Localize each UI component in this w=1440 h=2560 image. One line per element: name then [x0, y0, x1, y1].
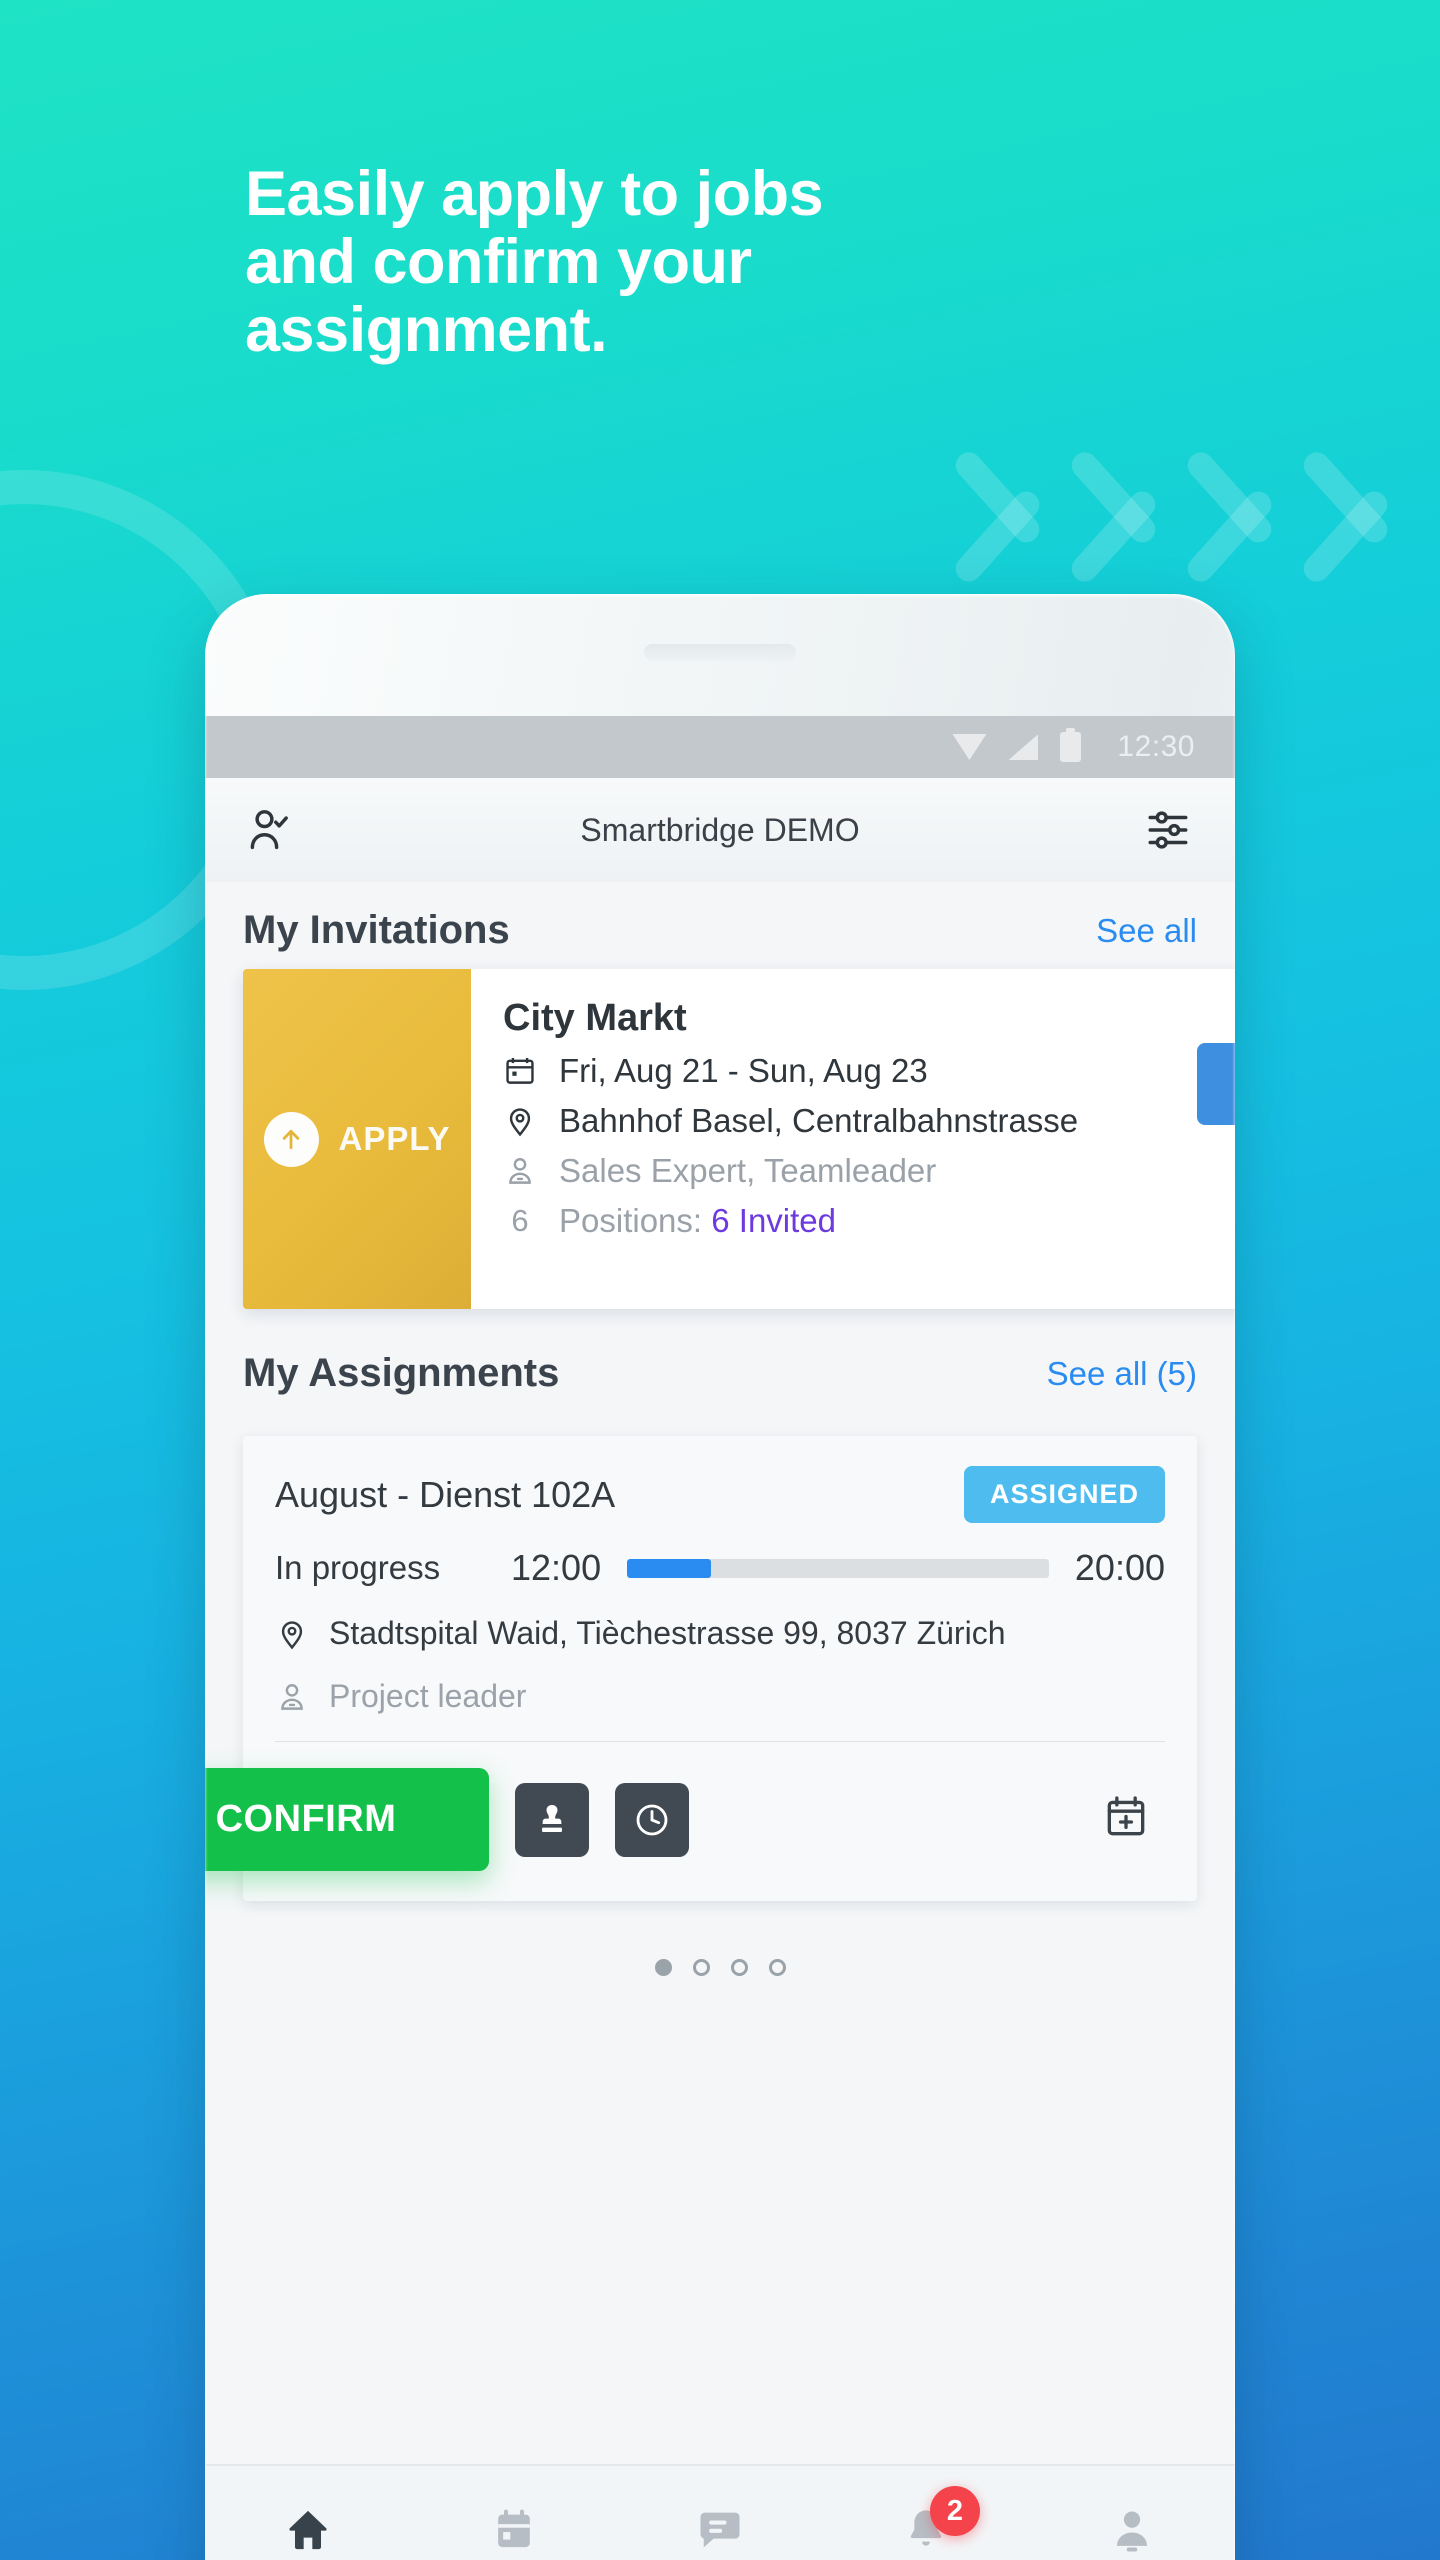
apply-button[interactable]: APPLY	[243, 969, 471, 1309]
nav-notifications[interactable]: 2	[823, 2466, 1029, 2560]
invitations-section-header: My Invitations See all	[205, 882, 1235, 969]
phone-mockup: 12:30 Smartbridge DEMO My Invitations Se…	[205, 594, 1235, 2560]
invitation-date: Fri, Aug 21 - Sun, Aug 23	[559, 1052, 928, 1089]
assignment-progress-bar	[627, 1558, 1049, 1578]
nav-calendar[interactable]	[411, 2466, 617, 2560]
hero-headline: Easily apply to jobs and confirm your as…	[245, 160, 1145, 364]
pager-dot-3[interactable]	[730, 1959, 748, 1976]
assignment-card[interactable]: August - Dienst 102A ASSIGNED In progres…	[205, 1436, 1197, 1901]
wifi-icon	[952, 734, 987, 760]
assignment-header: August - Dienst 102A ASSIGNED	[275, 1466, 1165, 1523]
home-icon	[289, 2510, 327, 2550]
invitation-positions-count: 6	[511, 1203, 529, 1238]
invitation-roles-row: Sales Expert, Teamleader	[503, 1152, 1235, 1190]
assignment-start-time: 12:00	[511, 1547, 602, 1588]
hero-line-2: and confirm your	[245, 227, 752, 298]
chat-icon	[700, 2512, 740, 2548]
notifications-badge: 2	[930, 2486, 980, 2536]
calendar-plus-icon[interactable]	[1101, 1792, 1165, 1847]
invitations-title: My Invitations	[243, 908, 510, 952]
invitation-positions: Positions: 6 Invited	[559, 1202, 836, 1240]
map-pin-icon	[509, 1108, 531, 1137]
person-check-icon[interactable]	[241, 800, 301, 860]
status-badge: ASSIGNED	[963, 1466, 1165, 1523]
app-bar: Smartbridge DEMO	[205, 778, 1235, 882]
assignment-status: In progress	[275, 1549, 441, 1586]
profile-icon	[1117, 2511, 1147, 2552]
apply-label: APPLY	[338, 1120, 451, 1157]
phone-screen: 12:30 Smartbridge DEMO My Invitations Se…	[205, 716, 1235, 2560]
invitations-carousel[interactable]: APPLY City Markt Fri, Aug 21 - Sun, Aug …	[205, 969, 1235, 1309]
signal-icon	[1008, 734, 1039, 760]
assignment-title: August - Dienst 102A	[275, 1473, 616, 1515]
status-bar-clock: 12:30	[1117, 730, 1195, 763]
assignments-title: My Assignments	[243, 1351, 560, 1395]
invitation-card-body: City Markt Fri, Aug 21 - Sun, Aug 23 Bah…	[471, 969, 1235, 1309]
chevron-right-icon	[1348, 425, 1436, 601]
assignment-progress-fill	[627, 1558, 712, 1578]
invitation-positions-row: 6 Positions: 6 Invited	[503, 1202, 1235, 1240]
invitation-date-row: Fri, Aug 21 - Sun, Aug 23	[503, 1052, 1235, 1090]
person-icon	[509, 1158, 531, 1184]
invitation-positions-label: Positions:	[559, 1202, 703, 1239]
promo-screenshot: Easily apply to jobs and confirm your as…	[0, 0, 1440, 2560]
invitation-location: Bahnhof Basel, Centralbahnstrasse	[559, 1102, 1079, 1139]
map-pin-icon	[281, 1620, 303, 1649]
pager-dot-4[interactable]	[768, 1959, 786, 1976]
invitation-location-row: Bahnhof Basel, Centralbahnstrasse	[503, 1102, 1235, 1140]
assignment-location: Stadtspital Waid, Tièchestrasse 99, 8037…	[329, 1615, 1006, 1651]
pager-dot-2[interactable]	[692, 1959, 710, 1976]
nav-profile[interactable]	[1029, 2466, 1235, 2560]
assignment-role-row: Project leader	[275, 1678, 1165, 1715]
invitations-see-all-link[interactable]: See all	[1096, 912, 1197, 950]
invitation-roles: Sales Expert, Teamleader	[559, 1152, 937, 1189]
filter-sliders-icon[interactable]	[1139, 800, 1199, 860]
confirm-button[interactable]: CONFIRM	[205, 1768, 489, 1871]
clock-icon[interactable]	[615, 1782, 689, 1857]
assignment-location-row: Stadtspital Waid, Tièchestrasse 99, 8037…	[275, 1615, 1165, 1652]
hero-line-1: Easily apply to jobs	[245, 159, 824, 229]
hero-line-3: assignment.	[245, 295, 608, 366]
invitation-card[interactable]: APPLY City Markt Fri, Aug 21 - Sun, Aug …	[243, 969, 1235, 1309]
assignment-progress-row: In progress 12:00 20:00	[275, 1547, 1165, 1589]
invitation-title: City Markt	[503, 997, 687, 1039]
nav-chat[interactable]	[617, 2466, 823, 2560]
assignments-section-header: My Assignments See all (5)	[205, 1309, 1235, 1412]
status-bar: 12:30	[205, 716, 1235, 778]
calendar-icon	[498, 2509, 530, 2548]
assignment-actions: CONFIRM	[205, 1768, 1165, 1881]
nav-home[interactable]	[205, 2466, 411, 2560]
person-icon	[281, 1683, 303, 1710]
arrow-up-circle-icon	[263, 1111, 319, 1167]
invitation-positions-status: 6 Invited	[711, 1202, 836, 1239]
assignment-end-time: 20:00	[1074, 1547, 1165, 1588]
battery-icon	[1060, 728, 1082, 762]
assignment-role: Project leader	[329, 1678, 527, 1714]
next-invitation-card-peek[interactable]	[1197, 1043, 1235, 1125]
app-title: Smartbridge DEMO	[580, 811, 860, 848]
assignments-see-all-link[interactable]: See all (5)	[1047, 1355, 1197, 1393]
divider	[275, 1741, 1165, 1742]
calendar-icon	[506, 1057, 534, 1084]
bottom-navigation: 2	[205, 2464, 1235, 2560]
pager-dot-1[interactable]	[654, 1959, 672, 1976]
stamp-icon[interactable]	[515, 1782, 589, 1857]
decorative-chevrons	[1000, 425, 1440, 605]
phone-speaker	[644, 644, 796, 661]
carousel-pager[interactable]	[205, 1959, 1235, 1976]
